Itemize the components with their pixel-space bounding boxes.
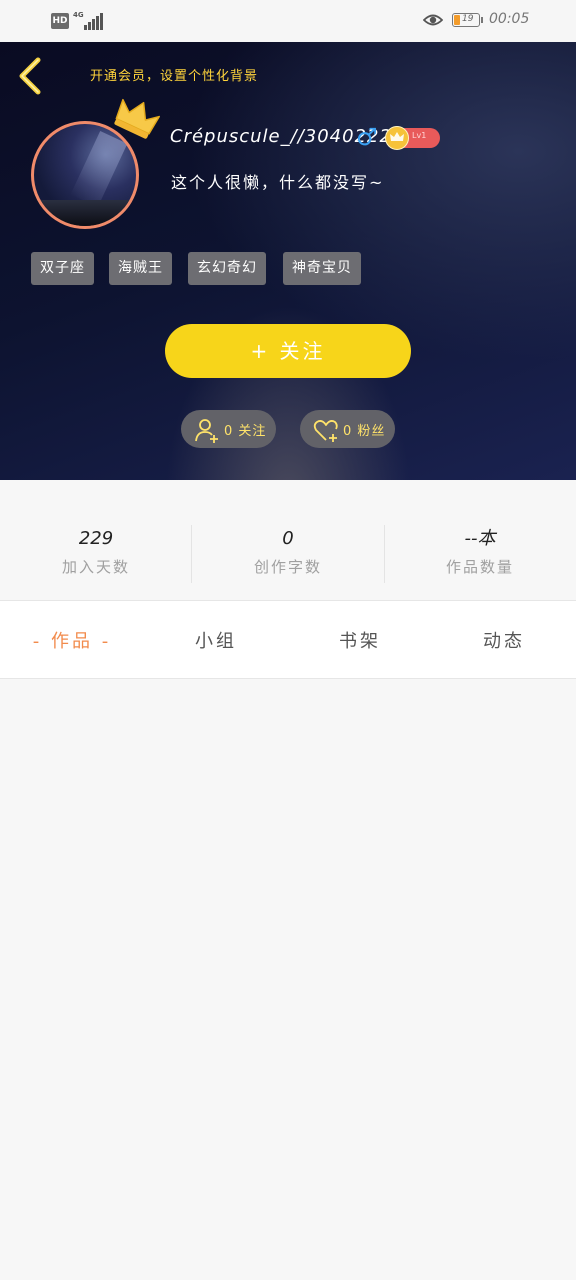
stat-value: 0 xyxy=(282,528,294,549)
tag-item[interactable]: 海贼王 xyxy=(109,252,172,285)
back-button[interactable] xyxy=(14,56,48,96)
level-badge: Lv1 xyxy=(385,126,440,150)
battery-icon: 19 xyxy=(452,13,480,27)
crown-badge-icon xyxy=(385,126,409,150)
eye-icon xyxy=(422,12,444,32)
heart-add-icon xyxy=(313,420,338,442)
bio: 这个人很懒，什么都没写~ xyxy=(171,173,385,192)
tab-works[interactable]: - 作品 - xyxy=(0,627,144,653)
tab-activity[interactable]: 动态 xyxy=(432,627,576,653)
stat-label: 创作字数 xyxy=(253,558,322,576)
network-type: 4G xyxy=(73,11,84,19)
stat-value: 229 xyxy=(78,528,114,549)
tag-item[interactable]: 神奇宝贝 xyxy=(283,252,361,285)
user-add-icon xyxy=(195,419,218,443)
stats-bar: 229 加入天数 0 创作字数 --本 作品数量 xyxy=(0,480,576,601)
stat-label: 作品数量 xyxy=(445,558,514,576)
hd-indicator: HD xyxy=(51,13,69,29)
follow-button[interactable]: + 关注 xyxy=(165,324,411,378)
stat-join-days: 229 加入天数 xyxy=(0,526,192,577)
tag-item[interactable]: 玄幻奇幻 xyxy=(188,252,266,285)
level-text: Lv1 xyxy=(412,131,427,140)
stat-works-count: --本 作品数量 xyxy=(384,526,576,577)
tab-bar: - 作品 - 小组 书架 动态 xyxy=(0,601,576,679)
vip-background-link[interactable]: 开通会员，设置个性化背景 xyxy=(90,65,258,84)
status-bar: HD 4G 19 00:05 xyxy=(0,0,576,43)
fans-count: 0 粉丝 xyxy=(343,424,386,439)
profile-header: 开通会员，设置个性化背景 Crépuscule_//3040222 ♂ Lv1 … xyxy=(0,42,576,480)
stat-word-count: 0 创作字数 xyxy=(192,526,384,577)
tab-bookshelf[interactable]: 书架 xyxy=(288,627,432,653)
stat-value: --本 xyxy=(464,528,496,549)
male-icon: ♂ xyxy=(356,123,378,151)
clock: 00:05 xyxy=(489,11,530,27)
tab-content xyxy=(0,679,576,1280)
following-count: 0 关注 xyxy=(224,424,267,439)
tab-groups[interactable]: 小组 xyxy=(144,627,288,653)
stat-label: 加入天数 xyxy=(61,558,130,576)
chevron-left-icon xyxy=(19,57,41,95)
fans-button[interactable]: 0 粉丝 xyxy=(300,410,395,448)
signal-icon xyxy=(84,12,104,30)
battery-level: 19 xyxy=(462,14,474,24)
crown-icon xyxy=(112,97,160,141)
following-button[interactable]: 0 关注 xyxy=(181,410,276,448)
tag-item[interactable]: 双子座 xyxy=(31,252,94,285)
